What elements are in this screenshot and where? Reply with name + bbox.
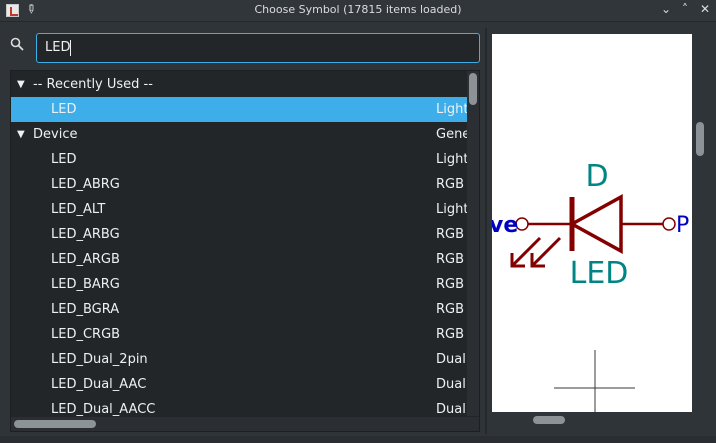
tree-row-description: Dual	[436, 352, 466, 367]
tree-item-row[interactable]: LED_ABRG RGB	[11, 172, 467, 197]
symbol-preview-panel: D LED ve P	[489, 28, 710, 434]
tree-row-description: RGB	[436, 177, 465, 192]
tree-row-name: LED_BARG	[51, 277, 120, 292]
expand-arrow-icon[interactable]: ▼	[17, 72, 25, 97]
tree-item-row[interactable]: LED Light	[11, 147, 467, 172]
scroll-corner	[467, 417, 479, 431]
preview-horizontal-scrollbar[interactable]	[492, 414, 692, 426]
tree-item-row[interactable]: LED Light	[11, 97, 467, 122]
tree-item-row[interactable]: LED_BARG RGB	[11, 272, 467, 297]
tree-row-name: Device	[33, 127, 78, 142]
tree-row-description: RGB	[436, 227, 465, 242]
tree-row-description: Light	[436, 202, 467, 217]
maximize-button[interactable]: ˄	[677, 2, 693, 16]
tree-vertical-scroll-thumb[interactable]	[469, 73, 477, 105]
tree-row-name: LED_ALT	[51, 202, 106, 217]
tree-row-name: -- Recently Used --	[33, 77, 153, 92]
tree-vertical-scrollbar[interactable]	[467, 71, 479, 416]
tree-row-name: LED_ABRG	[51, 177, 120, 192]
pin-name-left: ve	[492, 213, 518, 238]
title-bar: ✎ Choose Symbol (17815 items loaded) ⌄ ˄…	[0, 0, 716, 22]
tree-row-name: LED_Dual_2pin	[51, 352, 148, 367]
diode-triangle	[568, 194, 623, 254]
search-input-value: LED	[45, 40, 71, 55]
tree-row-name: LED_Dual_AAC	[51, 377, 147, 392]
tree-item-row[interactable]: LED_Dual_2pin Dual	[11, 347, 467, 372]
tree-group-row[interactable]: ▼ -- Recently Used --	[11, 72, 467, 97]
tree-row-name: LED_ARGB	[51, 252, 120, 267]
search-input[interactable]: LED	[36, 33, 480, 63]
tree-horizontal-scrollbar[interactable]	[11, 417, 467, 431]
led-symbol-drawing: D LED ve P	[492, 159, 689, 412]
tree-row-name: LED_BGRA	[51, 302, 120, 317]
symbol-tree[interactable]: ▼ -- Recently Used -- LED Light ▼ Device Gene L…	[10, 70, 480, 432]
tree-row-description: Light	[436, 102, 467, 117]
preview-horizontal-scroll-thumb[interactable]	[533, 416, 565, 424]
window-bottom-edge	[0, 436, 716, 443]
tree-row-description: Gene	[436, 127, 467, 142]
pin-endpoint-right	[662, 217, 676, 231]
tree-item-row[interactable]: LED_CRGB RGB	[11, 322, 467, 347]
expand-arrow-icon[interactable]: ▼	[17, 122, 25, 147]
tree-group-row[interactable]: ▼ Device Gene	[11, 122, 467, 147]
text-caret	[70, 40, 71, 56]
tree-item-row[interactable]: LED_Dual_AAC Dual	[11, 372, 467, 397]
preview-vertical-scrollbar[interactable]	[694, 34, 706, 412]
tree-row-name: LED_CRGB	[51, 327, 121, 342]
tree-row-description: RGB	[436, 277, 465, 292]
tree-horizontal-scroll-thumb[interactable]	[14, 420, 96, 428]
window-title: Choose Symbol (17815 items loaded)	[254, 3, 462, 16]
tree-row-description: RGB	[436, 252, 465, 267]
tree-row-description: RGB	[436, 302, 465, 317]
close-button[interactable]: ✕	[697, 2, 713, 16]
tree-item-row[interactable]: LED_BGRA RGB	[11, 297, 467, 322]
symbol-reference: D	[585, 159, 608, 194]
tree-item-row[interactable]: LED_ARBG RGB	[11, 222, 467, 247]
tree-item-row[interactable]: LED_ARGB RGB	[11, 247, 467, 272]
tree-row-name: LED	[51, 152, 77, 167]
tree-row-name: LED_ARBG	[51, 227, 120, 242]
search-icon	[10, 37, 24, 51]
pin-name-right: P	[676, 213, 689, 238]
tree-row-description: RGB	[436, 327, 465, 342]
tree-row-name: LED	[51, 102, 77, 117]
tree-row-description: Light	[436, 152, 467, 167]
minimize-button[interactable]: ⌄	[658, 2, 674, 16]
preview-vertical-scroll-thumb[interactable]	[696, 122, 704, 156]
panel-splitter[interactable]	[485, 28, 487, 434]
symbol-value: LED	[570, 256, 629, 291]
tree-item-row[interactable]: LED_ALT Light	[11, 197, 467, 222]
tree-row-description: Dual	[436, 377, 466, 392]
symbol-preview-canvas[interactable]: D LED ve P	[492, 34, 692, 412]
